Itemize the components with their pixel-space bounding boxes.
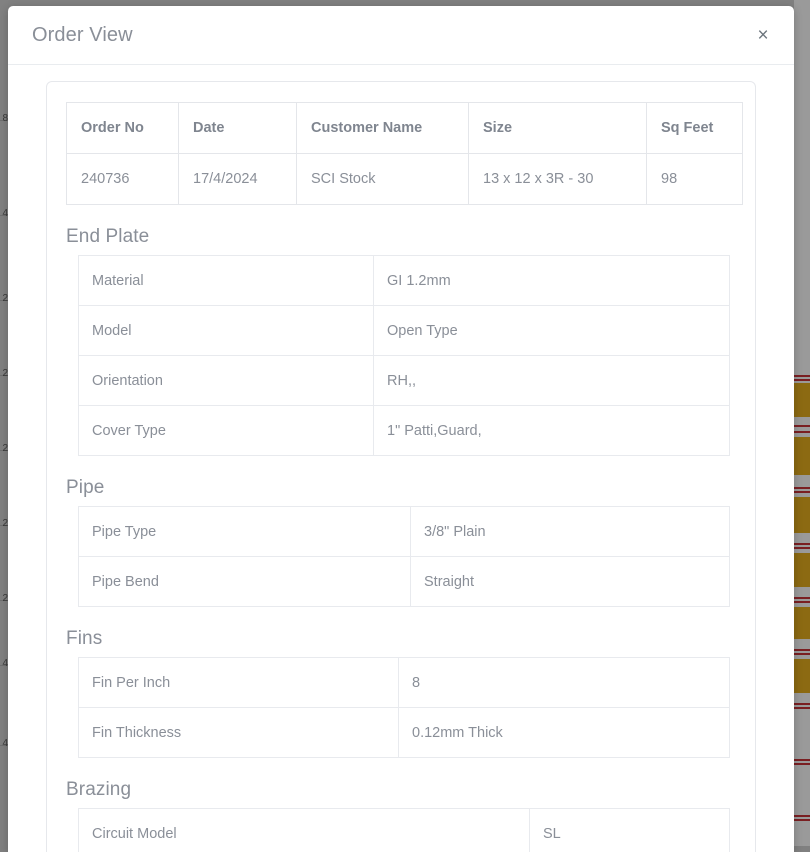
column-header: Customer Name xyxy=(297,103,469,154)
modal-body: Order NoDateCustomer NameSizeSq Feet 240… xyxy=(8,65,794,852)
table-cell: 17/4/2024 xyxy=(179,154,297,205)
table-row: Circuit ModelSL xyxy=(79,809,730,852)
field-label: Pipe Type xyxy=(79,507,411,557)
section-detail-table: MaterialGI 1.2mmModelOpen TypeOrientatio… xyxy=(78,255,730,456)
order-view-modal: Order View × Order NoDateCustomer NameSi… xyxy=(8,6,794,852)
section-detail-table: Pipe Type3/8" PlainPipe BendStraight xyxy=(78,506,730,607)
field-value: SL xyxy=(530,809,730,852)
column-header: Sq Feet xyxy=(647,103,743,154)
field-label: Fin Per Inch xyxy=(79,658,399,708)
background-bar-separator xyxy=(794,543,810,545)
section-title: Brazing xyxy=(66,779,736,801)
background-bar xyxy=(794,607,810,639)
background-bar-separator xyxy=(794,653,810,655)
background-bar-separator xyxy=(794,597,810,599)
table-row: Pipe BendStraight xyxy=(79,557,730,607)
table-row: Cover Type1" Patti,Guard, xyxy=(79,406,730,456)
background-bar xyxy=(794,437,810,475)
background-bar-separator xyxy=(794,649,810,651)
table-row: OrientationRH,, xyxy=(79,356,730,406)
table-row: 24073617/4/2024SCI Stock13 x 12 x 3R - 3… xyxy=(67,154,743,205)
field-value: 1" Patti,Guard, xyxy=(374,406,730,456)
field-label: Orientation xyxy=(79,356,374,406)
field-value: 0.12mm Thick xyxy=(399,708,730,758)
table-row: Pipe Type3/8" Plain xyxy=(79,507,730,557)
background-bar-separator xyxy=(794,375,810,377)
modal-header: Order View × xyxy=(8,6,794,65)
background-bar-separator xyxy=(794,379,810,381)
table-row: Fin Thickness0.12mm Thick xyxy=(79,708,730,758)
background-chart-axis: 842222244 xyxy=(0,0,8,846)
section-title: Fins xyxy=(66,628,736,650)
field-label: Model xyxy=(79,306,374,356)
background-bar-separator xyxy=(794,491,810,493)
table-row: Fin Per Inch8 xyxy=(79,658,730,708)
field-value: Straight xyxy=(411,557,730,607)
background-bar-separator xyxy=(794,759,810,761)
order-detail-card: Order NoDateCustomer NameSizeSq Feet 240… xyxy=(46,81,756,852)
background-bar-separator xyxy=(794,425,810,427)
table-cell: 13 x 12 x 3R - 30 xyxy=(469,154,647,205)
field-label: Cover Type xyxy=(79,406,374,456)
field-value: 3/8" Plain xyxy=(411,507,730,557)
field-label: Circuit Model xyxy=(79,809,530,852)
field-label: Pipe Bend xyxy=(79,557,411,607)
background-bar xyxy=(794,383,810,417)
table-cell: SCI Stock xyxy=(297,154,469,205)
background-bar-separator xyxy=(794,815,810,817)
background-bar xyxy=(794,659,810,693)
table-row: ModelOpen Type xyxy=(79,306,730,356)
section-title: Pipe xyxy=(66,477,736,499)
field-value: GI 1.2mm xyxy=(374,256,730,306)
section-detail-table: Circuit ModelSL xyxy=(78,808,730,852)
background-bar-separator xyxy=(794,487,810,489)
background-bar-separator xyxy=(794,707,810,709)
background-bar-separator xyxy=(794,763,810,765)
close-icon[interactable]: × xyxy=(752,24,774,46)
section-detail-table: Fin Per Inch8Fin Thickness0.12mm Thick xyxy=(78,657,730,758)
table-header-row: Order NoDateCustomer NameSizeSq Feet xyxy=(67,103,743,154)
background-bar-separator xyxy=(794,431,810,433)
background-bar-separator xyxy=(794,601,810,603)
table-cell: 240736 xyxy=(67,154,179,205)
field-value: 8 xyxy=(399,658,730,708)
column-header: Date xyxy=(179,103,297,154)
background-bar xyxy=(794,553,810,587)
table-cell: 98 xyxy=(647,154,743,205)
table-row: MaterialGI 1.2mm xyxy=(79,256,730,306)
background-bar xyxy=(794,497,810,533)
field-label: Material xyxy=(79,256,374,306)
background-bar-separator xyxy=(794,547,810,549)
column-header: Order No xyxy=(67,103,179,154)
field-value: RH,, xyxy=(374,356,730,406)
page-title: Order View xyxy=(32,24,133,47)
column-header: Size xyxy=(469,103,647,154)
background-bar-separator xyxy=(794,703,810,705)
field-value: Open Type xyxy=(374,306,730,356)
field-label: Fin Thickness xyxy=(79,708,399,758)
section-title: End Plate xyxy=(66,226,736,248)
background-chart-strip xyxy=(794,0,810,846)
background-bar-separator xyxy=(794,819,810,821)
order-summary-table: Order NoDateCustomer NameSizeSq Feet 240… xyxy=(66,102,743,205)
